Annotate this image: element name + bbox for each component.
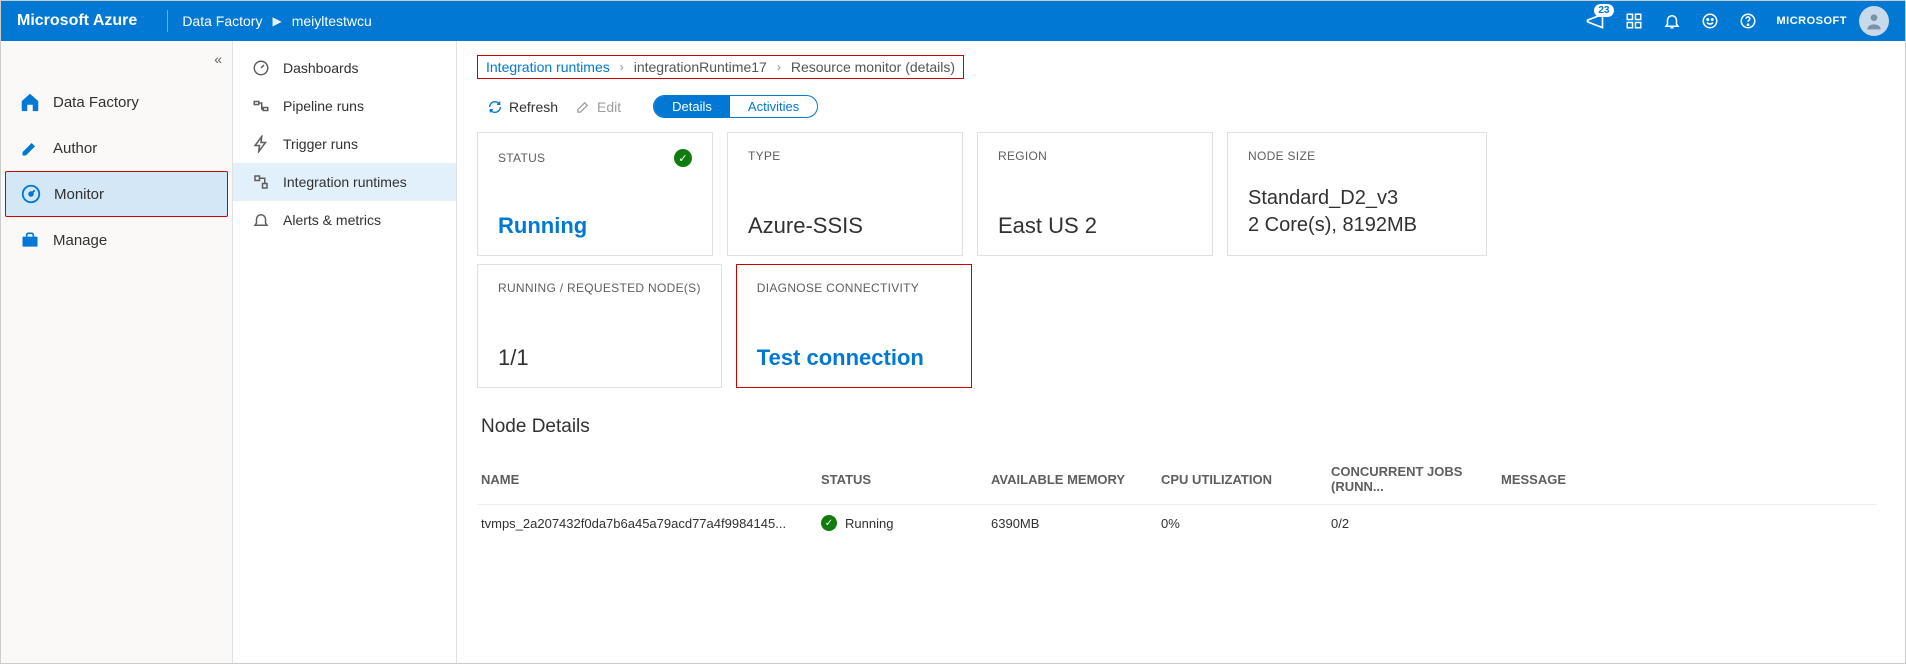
node-details-table: NAME STATUS AVAILABLE MEMORY CPU UTILIZA… xyxy=(477,454,1877,541)
bell-icon xyxy=(251,210,271,230)
card-diagnose-connectivity: DIAGNOSE CONNECTIVITY Test connection xyxy=(736,264,972,388)
cell-status-text: Running xyxy=(845,516,893,531)
pill-activities[interactable]: Activities xyxy=(730,96,817,117)
chevron-right-icon: › xyxy=(620,60,624,74)
refresh-icon xyxy=(487,99,503,115)
toolbar: Refresh Edit Details Activities xyxy=(477,89,1877,132)
content-area: Integration runtimes › integrationRuntim… xyxy=(457,41,1905,663)
directory-icon[interactable] xyxy=(1625,12,1643,30)
bell-icon[interactable] xyxy=(1663,12,1681,30)
user-avatar[interactable] xyxy=(1859,6,1889,36)
card-label: REGION xyxy=(998,149,1192,163)
nav-label: Author xyxy=(53,140,97,157)
nav-author[interactable]: Author xyxy=(1,125,232,171)
card-label: TYPE xyxy=(748,149,942,163)
status-ok-icon: ✓ xyxy=(821,515,837,531)
home-icon xyxy=(19,91,41,113)
nav2-label: Pipeline runs xyxy=(283,98,364,114)
card-status: STATUS ✓ Running xyxy=(477,132,713,256)
service-name[interactable]: Data Factory xyxy=(182,13,262,29)
node-details-title: Node Details xyxy=(481,416,1877,438)
chevron-right-icon: › xyxy=(777,60,781,74)
resource-name[interactable]: meiyltestwcu xyxy=(292,13,372,29)
collapse-nav-icon[interactable]: « xyxy=(214,51,222,67)
notification-badge: 23 xyxy=(1594,4,1613,17)
nav-label: Data Factory xyxy=(53,94,139,111)
nav-label: Monitor xyxy=(54,186,104,203)
col-status[interactable]: STATUS xyxy=(821,472,981,487)
pill-details[interactable]: Details xyxy=(654,96,730,117)
card-nodes: RUNNING / REQUESTED NODE(S) 1/1 xyxy=(477,264,722,388)
pencil-icon xyxy=(576,99,591,114)
breadcrumb-current: Resource monitor (details) xyxy=(791,59,955,75)
nodesize-value-2: 2 Core(s), 8192MB xyxy=(1248,212,1466,239)
cell-status: ✓ Running xyxy=(821,515,981,531)
nav-manage[interactable]: Manage xyxy=(1,217,232,263)
col-name[interactable]: NAME xyxy=(481,472,811,487)
gauge-icon xyxy=(251,58,271,78)
nav2-pipeline-runs[interactable]: Pipeline runs xyxy=(233,87,456,125)
nav2-alerts-metrics[interactable]: Alerts & metrics xyxy=(233,201,456,239)
nav2-label: Trigger runs xyxy=(283,136,358,152)
cell-name: tvmps_2a207432f0da7b6a45a79acd77a4f99841… xyxy=(481,516,811,531)
col-message[interactable]: MESSAGE xyxy=(1501,472,1621,487)
refresh-label: Refresh xyxy=(509,99,558,115)
azure-logo-text[interactable]: Microsoft Azure xyxy=(17,12,137,30)
nav2-label: Dashboards xyxy=(283,60,359,76)
nav2-label: Integration runtimes xyxy=(283,174,407,190)
secondary-nav: Dashboards Pipeline runs Trigger runs In… xyxy=(233,41,457,663)
edit-label: Edit xyxy=(597,99,621,115)
card-type: TYPE Azure-SSIS xyxy=(727,132,963,256)
status-value[interactable]: Running xyxy=(498,213,692,239)
chevron-right-icon: ▶ xyxy=(272,14,281,28)
card-node-size: NODE SIZE Standard_D2_v3 2 Core(s), 8192… xyxy=(1227,132,1487,256)
integration-icon xyxy=(251,172,271,192)
nav2-trigger-runs[interactable]: Trigger runs xyxy=(233,125,456,163)
top-bar: Microsoft Azure Data Factory ▶ meiyltest… xyxy=(1,1,1905,41)
col-memory[interactable]: AVAILABLE MEMORY xyxy=(991,472,1151,487)
view-toggle: Details Activities xyxy=(653,95,818,118)
nav-monitor[interactable]: Monitor xyxy=(5,171,228,217)
card-label: NODE SIZE xyxy=(1248,149,1466,163)
nav-data-factory[interactable]: Data Factory xyxy=(1,79,232,125)
table-header: NAME STATUS AVAILABLE MEMORY CPU UTILIZA… xyxy=(477,454,1877,505)
feedback-icon[interactable] xyxy=(1701,12,1719,30)
toolbox-icon xyxy=(19,229,41,251)
primary-nav: « Data Factory Author Monitor Manage xyxy=(1,41,233,663)
trigger-icon xyxy=(251,134,271,154)
nodesize-value-1: Standard_D2_v3 xyxy=(1248,185,1466,212)
cell-cpu: 0% xyxy=(1161,516,1321,531)
cell-jobs: 0/2 xyxy=(1331,516,1491,531)
col-jobs[interactable]: CONCURRENT JOBS (RUNN... xyxy=(1331,464,1491,494)
status-ok-icon: ✓ xyxy=(674,149,692,167)
cell-memory: 6390MB xyxy=(991,516,1151,531)
breadcrumb-root-link[interactable]: Integration runtimes xyxy=(486,59,610,75)
nav2-dashboards[interactable]: Dashboards xyxy=(233,49,456,87)
topbar-divider xyxy=(167,10,168,32)
card-region: REGION East US 2 xyxy=(977,132,1213,256)
nodes-value: 1/1 xyxy=(498,345,701,371)
topbar-icons: 23 xyxy=(1585,11,1757,31)
nav2-integration-runtimes[interactable]: Integration runtimes xyxy=(233,163,456,201)
refresh-button[interactable]: Refresh xyxy=(487,99,558,115)
announcements-icon[interactable]: 23 xyxy=(1585,11,1605,31)
region-value: East US 2 xyxy=(998,213,1192,239)
edit-button: Edit xyxy=(576,99,621,115)
breadcrumb: Integration runtimes › integrationRuntim… xyxy=(477,55,964,79)
test-connection-link[interactable]: Test connection xyxy=(757,345,951,371)
help-icon[interactable] xyxy=(1739,12,1757,30)
org-label: MICROSOFT xyxy=(1777,15,1848,27)
card-label: STATUS xyxy=(498,151,545,165)
card-label: RUNNING / REQUESTED NODE(S) xyxy=(498,281,701,295)
nav-label: Manage xyxy=(53,232,107,249)
breadcrumb-mid: integrationRuntime17 xyxy=(634,59,767,75)
gauge-icon xyxy=(20,183,42,205)
card-label: DIAGNOSE CONNECTIVITY xyxy=(757,281,951,295)
pipeline-icon xyxy=(251,96,271,116)
table-row[interactable]: tvmps_2a207432f0da7b6a45a79acd77a4f99841… xyxy=(477,505,1877,541)
type-value: Azure-SSIS xyxy=(748,213,942,239)
col-cpu[interactable]: CPU UTILIZATION xyxy=(1161,472,1321,487)
pencil-icon xyxy=(19,137,41,159)
nav2-label: Alerts & metrics xyxy=(283,212,381,228)
